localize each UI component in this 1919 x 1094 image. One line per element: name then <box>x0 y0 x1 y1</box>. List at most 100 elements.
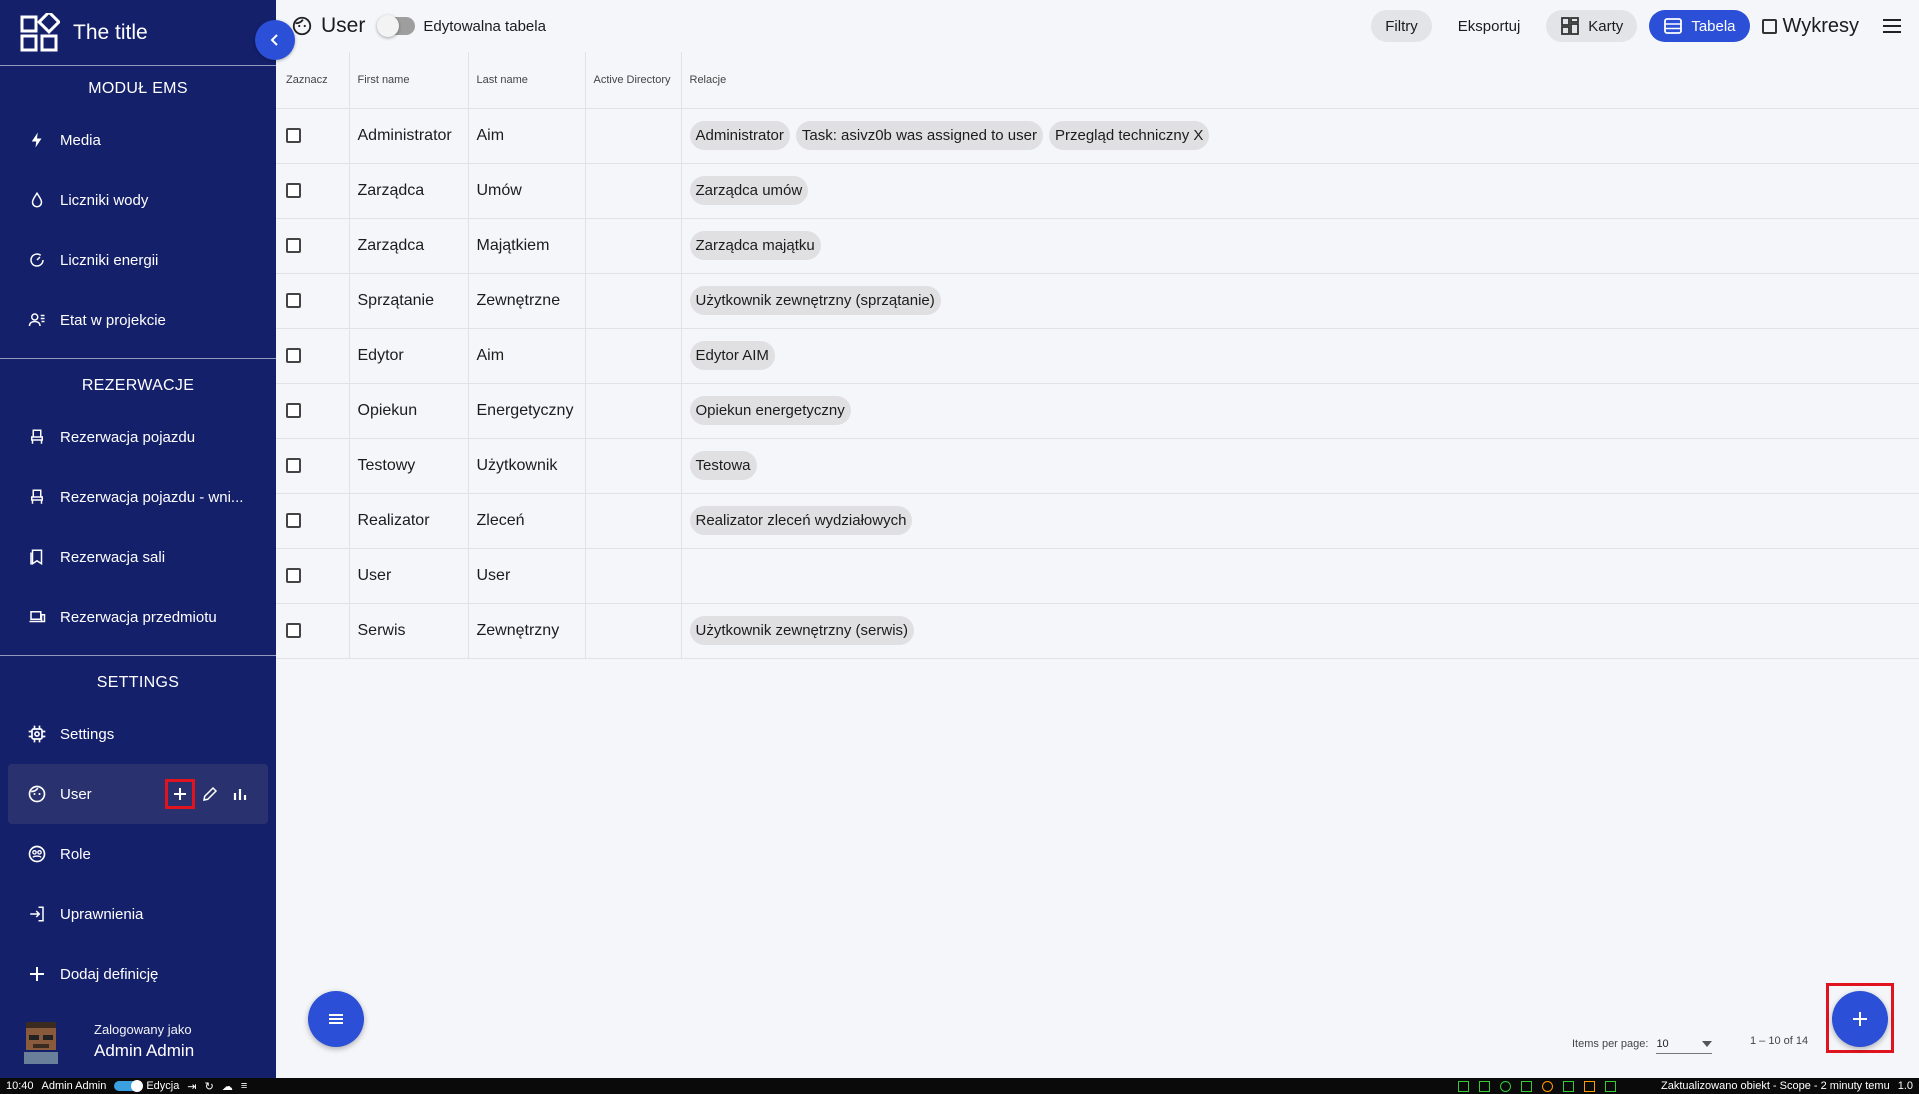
sidebar-item-energy-meters[interactable]: Liczniki energii <box>0 230 276 290</box>
items-per-page-select[interactable]: 10 <box>1656 1034 1713 1054</box>
relations-cell[interactable]: Zarządca umów <box>681 163 1919 219</box>
table-row[interactable]: Opiekun Energetyczny Opiekun energetyczny <box>276 383 1919 439</box>
column-header-active-directory[interactable]: Active Directory <box>585 52 682 109</box>
relation-chip[interactable]: Task: asivz0b was assigned to user <box>795 121 1043 150</box>
add-record-button[interactable] <box>1832 991 1888 1047</box>
row-checkbox[interactable] <box>286 568 301 583</box>
sidebar-item-role[interactable]: Role <box>0 824 276 884</box>
sidebar-item-settings[interactable]: Settings <box>0 704 276 764</box>
relations-cell[interactable]: Zarządca majątku <box>681 218 1919 274</box>
column-header-relations[interactable]: Relacje <box>681 52 1919 109</box>
row-checkbox[interactable] <box>286 183 301 198</box>
table-row[interactable]: Serwis Zewnętrzny Użytkownik zewnętrzny (s… <box>276 603 1919 659</box>
active-directory-cell[interactable] <box>585 383 682 439</box>
sidebar-item-water-meters[interactable]: Liczniki wody <box>0 170 276 230</box>
refresh-icon[interactable]: ↻ <box>205 1080 214 1093</box>
relations-cell[interactable] <box>681 548 1919 604</box>
export-button[interactable]: Eksportuj <box>1444 10 1535 42</box>
active-directory-cell[interactable] <box>585 603 682 659</box>
sidebar-item-user[interactable]: User <box>8 764 268 824</box>
login-icon[interactable]: ⇥ <box>187 1080 196 1093</box>
last-name-cell[interactable]: Umów <box>468 163 586 219</box>
table-view-button[interactable]: Tabela <box>1649 10 1750 42</box>
active-directory-cell[interactable] <box>585 438 682 494</box>
relations-cell[interactable]: Użytkownik zewnętrzny (sprzątanie) <box>681 273 1919 329</box>
relations-cell[interactable]: Administrator Task: asivz0b was assigned … <box>681 108 1919 164</box>
sidebar-item-permissions[interactable]: Uprawnienia <box>0 884 276 944</box>
column-header-last-name[interactable]: Last name <box>468 52 586 109</box>
last-name-cell[interactable]: User <box>468 548 586 604</box>
add-user-button[interactable] <box>165 779 195 809</box>
tool-icon[interactable] <box>1584 1080 1595 1092</box>
active-directory-cell[interactable] <box>585 163 682 219</box>
relations-cell[interactable]: Użytkownik zewnętrzny (serwis) <box>681 603 1919 659</box>
active-directory-cell[interactable] <box>585 218 682 274</box>
relation-chip[interactable]: Administrator <box>689 121 790 150</box>
last-name-cell[interactable]: Majątkiem <box>468 218 586 274</box>
cloud-icon[interactable]: ☁ <box>222 1080 233 1093</box>
active-directory-cell[interactable] <box>585 328 682 384</box>
table-row[interactable]: Administrator Aim Administrator Task: asivz… <box>276 108 1919 164</box>
column-header-select[interactable]: Zaznacz <box>276 52 350 109</box>
relations-cell[interactable]: Testowa <box>681 438 1919 494</box>
active-directory-cell[interactable] <box>585 273 682 329</box>
charts-checkbox[interactable]: Wykresy <box>1761 15 1859 38</box>
last-name-cell[interactable]: Użytkownik <box>468 438 586 494</box>
relations-cell[interactable]: Opiekun energetyczny <box>681 383 1919 439</box>
first-name-cell[interactable]: Realizator <box>349 493 469 549</box>
relation-chip[interactable]: Zarządca majątku <box>689 231 821 260</box>
last-name-cell[interactable]: Aim <box>468 328 586 384</box>
cards-view-button[interactable]: Karty <box>1546 10 1638 42</box>
relation-chip[interactable]: Zarządca umów <box>689 176 809 205</box>
first-name-cell[interactable]: Administrator <box>349 108 469 164</box>
relations-cell[interactable]: Edytor AIM <box>681 328 1919 384</box>
table-row[interactable]: User User <box>276 548 1919 604</box>
row-checkbox[interactable] <box>286 238 301 253</box>
sidebar-item-vehicle-reservation[interactable]: Rezerwacja pojazdu <box>0 407 276 467</box>
table-row[interactable]: Sprzątanie Zewnętrzne Użytkownik zewnętrzn… <box>276 273 1919 329</box>
sidebar-item-project-staff[interactable]: Etat w projekcie <box>0 290 276 350</box>
relation-chip[interactable]: Opiekun energetyczny <box>689 396 851 425</box>
sidebar-item-media[interactable]: Media <box>0 110 276 170</box>
last-name-cell[interactable]: Zewnętrzne <box>468 273 586 329</box>
column-header-first-name[interactable]: First name <box>349 52 469 109</box>
table-row[interactable]: Testowy Użytkownik Testowa <box>276 438 1919 494</box>
relation-chip[interactable]: Przegląd techniczny X <box>1048 121 1210 150</box>
menu-icon[interactable]: ≡ <box>241 1080 247 1092</box>
tool-icon[interactable] <box>1521 1080 1532 1092</box>
filters-button[interactable]: Filtry <box>1371 10 1432 42</box>
tool-icon[interactable] <box>1563 1080 1574 1092</box>
active-directory-cell[interactable] <box>585 548 682 604</box>
tool-icon[interactable] <box>1605 1080 1616 1092</box>
first-name-cell[interactable]: Opiekun <box>349 383 469 439</box>
first-name-cell[interactable]: Zarządca <box>349 218 469 274</box>
active-directory-cell[interactable] <box>585 493 682 549</box>
row-checkbox[interactable] <box>286 403 301 418</box>
edit-pencil-icon[interactable] <box>198 782 222 806</box>
sidebar-item-item-reservation[interactable]: Rezerwacja przedmiotu <box>0 587 276 647</box>
last-name-cell[interactable]: Zewnętrzny <box>468 603 586 659</box>
list-menu-button[interactable] <box>308 991 364 1047</box>
row-checkbox[interactable] <box>286 128 301 143</box>
relations-cell[interactable]: Realizator zleceń wydziałowych <box>681 493 1919 549</box>
table-row[interactable]: Zarządca Majątkiem Zarządca majątku <box>276 218 1919 274</box>
first-name-cell[interactable]: Edytor <box>349 328 469 384</box>
sidebar-item-room-reservation[interactable]: Rezerwacja sali <box>0 527 276 587</box>
first-name-cell[interactable]: Serwis <box>349 603 469 659</box>
first-name-cell[interactable]: Sprzątanie <box>349 273 469 329</box>
last-name-cell[interactable]: Aim <box>468 108 586 164</box>
relation-chip[interactable]: Użytkownik zewnętrzny (serwis) <box>689 616 915 645</box>
relation-chip[interactable]: Użytkownik zewnętrzny (sprzątanie) <box>689 286 941 315</box>
first-name-cell[interactable]: Testowy <box>349 438 469 494</box>
table-row[interactable]: Zarządca Umów Zarządca umów <box>276 163 1919 219</box>
editable-table-toggle[interactable] <box>377 15 416 37</box>
row-checkbox[interactable] <box>286 293 301 308</box>
first-name-cell[interactable]: User <box>349 548 469 604</box>
tool-icon[interactable] <box>1479 1080 1490 1092</box>
hamburger-menu-icon[interactable] <box>1881 15 1903 37</box>
logged-user[interactable]: Zalogowany jako Admin Admin <box>0 1004 276 1078</box>
last-name-cell[interactable]: Energetyczny <box>468 383 586 439</box>
relation-chip[interactable]: Testowa <box>689 451 757 480</box>
relation-chip[interactable]: Realizator zleceń wydziałowych <box>689 506 913 535</box>
tool-icon[interactable] <box>1542 1080 1553 1092</box>
